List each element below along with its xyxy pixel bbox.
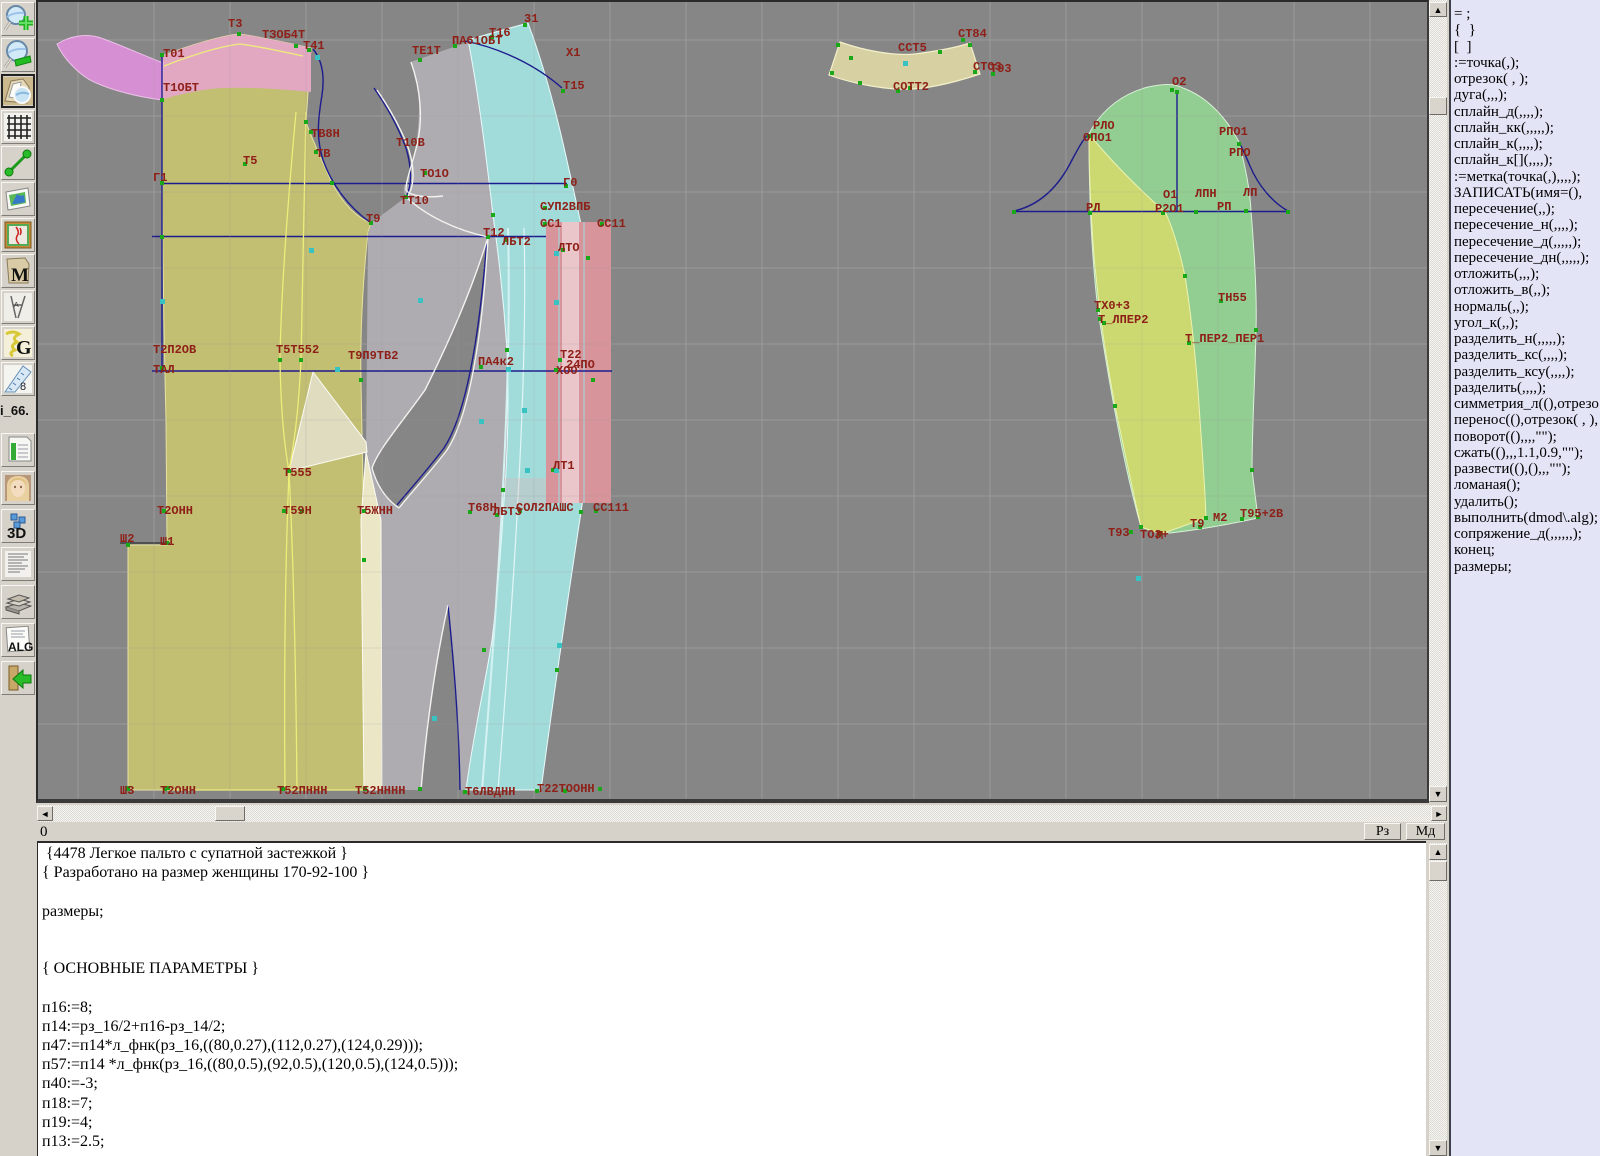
svg-text:Т10В: Т10В (396, 136, 425, 150)
svg-text:ТТ10: ТТ10 (400, 194, 429, 208)
svg-text:ТВ8Н: ТВ8Н (311, 127, 340, 141)
svg-text:Т6ЛВДНН: Т6ЛВДНН (465, 785, 515, 799)
svg-text:ЛП: ЛП (1243, 186, 1257, 200)
svg-text:Т9: Т9 (366, 212, 380, 226)
svg-text:РП: РП (1217, 200, 1231, 214)
svg-text:Ш1: Ш1 (160, 535, 174, 549)
svg-text:ЛТ1: ЛТ1 (553, 459, 575, 473)
svg-text:Т59Н: Т59Н (283, 504, 312, 518)
svg-text:Т95+2В: Т95+2В (1240, 507, 1283, 521)
svg-text:ТАЛ: ТАЛ (153, 363, 175, 377)
svg-text:Т3: Т3 (228, 17, 242, 31)
svg-text:Т555: Т555 (283, 466, 312, 480)
svg-text:G: G (16, 337, 32, 358)
svg-text:ТН55: ТН55 (1218, 291, 1247, 305)
svg-text:СС11: СС11 (597, 217, 626, 231)
svg-text:М: М (1156, 529, 1163, 543)
svg-text:СТ84: СТ84 (958, 27, 987, 41)
svg-text:О1: О1 (1163, 188, 1177, 202)
svg-text:ТЗОБ4Т: ТЗОБ4Т (262, 28, 305, 42)
svg-text:ОПО1: ОПО1 (1083, 131, 1112, 145)
svg-text:Т1ОБТ: Т1ОБТ (163, 81, 199, 95)
svg-text:Ш2: Ш2 (120, 532, 134, 546)
svg-text:М2: М2 (1213, 511, 1227, 525)
svg-text:Т5: Т5 (243, 154, 257, 168)
svg-text:ТО3+: ТО3+ (1140, 528, 1169, 542)
svg-text:A: A (14, 302, 19, 309)
svg-text:ТХ0+3: ТХ0+3 (1094, 299, 1130, 313)
svg-text:ССТ5: ССТ5 (898, 41, 927, 55)
svg-text:РЛ: РЛ (1086, 201, 1100, 215)
svg-text:Т93: Т93 (1108, 526, 1130, 540)
svg-text:Т_ПЕР2_ПЕР1: Т_ПЕР2_ПЕР1 (1185, 332, 1264, 346)
svg-text:Т52ПННН: Т52ПННН (277, 784, 327, 798)
svg-text:Т5Т552: Т5Т552 (276, 343, 319, 357)
svg-text:Т9: Т9 (1190, 517, 1204, 531)
svg-text:3D: 3D (7, 525, 26, 541)
svg-text:СОЛ2ПАШС: СОЛ2ПАШС (516, 501, 574, 515)
svg-text:Т2ОНН: Т2ОНН (157, 504, 193, 518)
svg-text:Р2О1: Р2О1 (1155, 202, 1184, 216)
svg-text:Т52НННН: Т52НННН (355, 784, 405, 798)
svg-text:ХОО: ХОО (556, 364, 578, 378)
svg-text:РПО1: РПО1 (1219, 125, 1248, 139)
svg-text:Т2ОНН: Т2ОНН (160, 784, 196, 798)
svg-text:Ш3: Ш3 (120, 784, 134, 798)
svg-text:ПА4к2: ПА4к2 (478, 355, 514, 369)
svg-text:СС1: СС1 (540, 217, 562, 231)
svg-text:О2: О2 (1172, 75, 1186, 89)
svg-text:M: M (11, 265, 29, 286)
svg-text:Х1: Х1 (566, 46, 580, 60)
svg-text:Т2П2ОВ: Т2П2ОВ (153, 343, 196, 357)
svg-text:Т5ЖНН: Т5ЖНН (357, 504, 393, 518)
svg-text:Г0: Г0 (563, 176, 577, 190)
svg-text:СС111: СС111 (593, 501, 629, 515)
svg-text:РПО: РПО (1229, 146, 1251, 160)
svg-text:8: 8 (20, 381, 26, 393)
svg-text:ТЕ1Т: ТЕ1Т (412, 44, 441, 58)
svg-text:Т15: Т15 (563, 79, 585, 93)
svg-text:Т93: Т93 (990, 62, 1012, 76)
svg-text:Т_ЛПЕР2: Т_ЛПЕР2 (1098, 313, 1148, 327)
svg-text:Т9П9ТВ2: Т9П9ТВ2 (348, 349, 398, 363)
svg-text:Г1: Г1 (153, 171, 167, 185)
svg-text:ТВ: ТВ (316, 147, 330, 161)
svg-text:СУП2ВПБ: СУП2ВПБ (540, 200, 590, 214)
svg-text:ALG: ALG (8, 640, 33, 654)
svg-text:ЛТО: ЛТО (558, 241, 580, 255)
svg-text:31: 31 (524, 12, 538, 26)
svg-text:ЛПН: ЛПН (1195, 187, 1217, 201)
svg-text:ЛБТ2: ЛБТ2 (502, 235, 531, 249)
svg-text:ТО1О: ТО1О (420, 167, 449, 181)
svg-text:СОТТ2: СОТТ2 (893, 80, 929, 94)
svg-text:Т22ТООНН: Т22ТООНН (537, 782, 595, 796)
svg-text:Т01: Т01 (163, 47, 185, 61)
svg-text:Т41: Т41 (303, 39, 325, 53)
svg-text:Т16: Т16 (489, 26, 511, 40)
